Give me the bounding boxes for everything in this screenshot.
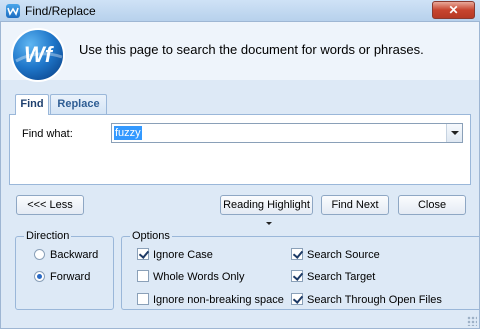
find-what-value[interactable]: fuzzy: [114, 126, 142, 140]
options-legend: Options: [130, 230, 172, 242]
whole-words-checkbox[interactable]: [137, 270, 149, 282]
find-what-combobox[interactable]: fuzzy: [111, 123, 463, 143]
dialog-body: Wf Use this page to search the document …: [0, 22, 480, 329]
find-panel: Find what: fuzzy: [9, 114, 471, 185]
whole-words-label: Whole Words Only: [153, 271, 245, 283]
search-target-label: Search Target: [307, 271, 376, 283]
direction-legend: Direction: [24, 230, 72, 242]
search-target-checkbox[interactable]: [291, 270, 303, 282]
svg-text:Wf: Wf: [24, 42, 55, 67]
search-open-files-label: Search Through Open Files: [307, 294, 442, 306]
app-icon: [6, 4, 20, 18]
close-button[interactable]: Close: [398, 195, 466, 215]
ignore-case-label: Ignore Case: [153, 249, 213, 261]
window-close-button[interactable]: ✕: [432, 1, 475, 19]
ignore-case-checkbox[interactable]: [137, 248, 149, 260]
reading-highlight-label: Reading Highlight: [223, 199, 310, 211]
dropdown-arrow-icon[interactable]: [446, 124, 462, 142]
radio-backward-label: Backward: [50, 249, 99, 261]
window-title: Find/Replace: [25, 4, 96, 18]
less-button[interactable]: <<< Less: [16, 195, 84, 215]
find-what-label: Find what:: [22, 128, 73, 140]
intro-text: Use this page to search the document for…: [79, 42, 424, 57]
tab-replace[interactable]: Replace: [50, 94, 107, 114]
find-next-button[interactable]: Find Next: [321, 195, 389, 215]
reading-highlight-button[interactable]: Reading Highlight: [220, 195, 313, 225]
options-group: Options Ignore Case Whole Words Only Ign…: [121, 230, 479, 310]
radio-backward-button[interactable]: [34, 249, 45, 260]
radio-forward-button[interactable]: [34, 271, 45, 282]
search-source-checkbox[interactable]: [291, 248, 303, 260]
tab-find[interactable]: Find: [15, 94, 49, 115]
chevron-down-icon: [265, 221, 272, 225]
ignore-nbsp-checkbox[interactable]: [137, 293, 149, 305]
title-bar: Find/Replace ✕: [0, 0, 480, 22]
radio-forward-label: Forward: [50, 271, 91, 283]
header-band: Wf Use this page to search the document …: [1, 22, 479, 83]
search-source-label: Search Source: [307, 249, 380, 261]
search-open-files-checkbox[interactable]: [291, 293, 303, 305]
ignore-nbsp-label: Ignore non-breaking space: [153, 294, 284, 306]
direction-group: Direction Backward Forward: [15, 230, 114, 310]
wordfast-logo: Wf: [10, 27, 66, 83]
resize-grip[interactable]: [467, 316, 477, 326]
